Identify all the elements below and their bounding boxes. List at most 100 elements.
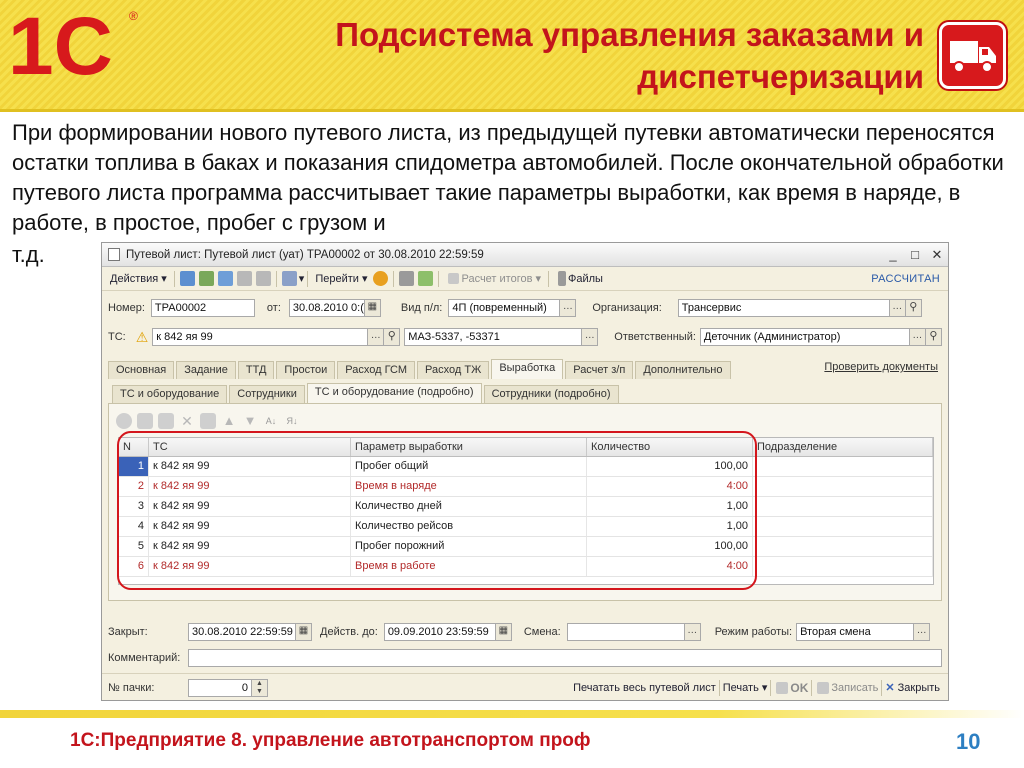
structure-icon[interactable] bbox=[236, 271, 252, 286]
fill-icon[interactable] bbox=[281, 271, 297, 286]
tab-1[interactable]: Основная bbox=[108, 361, 175, 379]
tab-3[interactable]: ТТД bbox=[237, 361, 275, 379]
subtab-4[interactable]: Сотрудники (подробно) bbox=[483, 385, 619, 403]
subtab-3[interactable]: ТС и оборудование (подробно) bbox=[306, 383, 482, 403]
comment-label: Комментарий: bbox=[108, 652, 181, 664]
ts-select-button[interactable]: … bbox=[368, 328, 385, 346]
org-select-button[interactable]: … bbox=[889, 299, 906, 317]
column-header[interactable]: Параметр выработки bbox=[351, 438, 587, 456]
shift-field[interactable] bbox=[566, 623, 685, 641]
column-header[interactable]: ТС bbox=[149, 438, 351, 456]
tab-6[interactable]: Расход ТЖ bbox=[417, 361, 490, 379]
model-select-button[interactable]: … bbox=[582, 328, 599, 346]
shift-select-button[interactable]: … bbox=[684, 623, 701, 641]
close-window-button[interactable]: ✕ bbox=[926, 247, 948, 263]
sort-asc-icon[interactable]: A↓ bbox=[263, 413, 279, 429]
table-cell bbox=[753, 457, 933, 476]
move-down-icon[interactable]: ▼ bbox=[242, 413, 258, 429]
files-button[interactable]: Файлы bbox=[552, 269, 607, 289]
comment-field[interactable] bbox=[188, 649, 942, 667]
table-body: 1к 842 яя 99 Пробег общий 100,00 2 к 842 яя … bbox=[119, 457, 933, 577]
column-header[interactable]: N bbox=[119, 438, 149, 456]
table-row[interactable]: 4к 842 яя 99 Количество рейсов 1,00 bbox=[119, 517, 933, 537]
column-header[interactable]: Подразделение bbox=[753, 438, 933, 456]
edit-row-icon[interactable] bbox=[158, 413, 174, 429]
table-header: N ТС Параметр выработки Количество Подраздел… bbox=[119, 438, 933, 457]
actions-menu[interactable]: Действия ▾ bbox=[106, 269, 171, 289]
responsible-select-button[interactable]: … bbox=[909, 328, 926, 346]
subtab-1[interactable]: ТС и оборудование bbox=[112, 385, 228, 403]
table-cell: 100,00 bbox=[587, 457, 753, 476]
save-row-icon[interactable] bbox=[200, 413, 216, 429]
help-icon[interactable] bbox=[373, 271, 389, 286]
copy-row-icon[interactable] bbox=[137, 413, 153, 429]
slide-title-line2: диспетчеризации bbox=[637, 58, 924, 95]
valid-until-label: Действ. до: bbox=[320, 626, 378, 638]
main-toolbar: Действия ▾ ▾ Перейти ▾ Расчет итогов ▾ Ф… bbox=[102, 267, 948, 291]
tab-5[interactable]: Расход ГСМ bbox=[337, 361, 416, 379]
close-button[interactable]: ✕ Закрыть bbox=[885, 681, 940, 695]
calc-totals-button[interactable]: Расчет итогов ▾ bbox=[442, 269, 545, 289]
copy-icon[interactable] bbox=[198, 271, 214, 286]
work-mode-select-button[interactable]: … bbox=[914, 623, 931, 641]
print-menu[interactable]: Печать ▾ bbox=[723, 681, 768, 694]
table-row[interactable]: 2к 842 яя 99 Время в наряде 4:00 bbox=[119, 477, 933, 497]
toolbar-separator bbox=[393, 270, 395, 287]
refresh-icon[interactable] bbox=[217, 271, 233, 286]
closed-calendar-icon[interactable]: ▦ bbox=[296, 623, 312, 641]
sub-tabs: ТС и оборудование Сотрудники ТС и оборудов… bbox=[112, 383, 621, 403]
table-row[interactable]: 3к 842 яя 99 Количество дней 1,00 bbox=[119, 497, 933, 517]
goto-menu[interactable]: Перейти ▾ bbox=[311, 269, 371, 289]
model-field[interactable]: МАЗ-5337, -53371 bbox=[404, 328, 583, 346]
maximize-button[interactable]: □ bbox=[904, 247, 926, 262]
save-button[interactable]: Записать bbox=[815, 681, 878, 694]
move-up-icon[interactable]: ▲ bbox=[221, 413, 237, 429]
subtab-2[interactable]: Сотрудники bbox=[229, 385, 305, 403]
files-label: Файлы bbox=[568, 272, 603, 285]
table-row[interactable]: 6к 842 яя 99 Время в работе 4:00 bbox=[119, 557, 933, 577]
movements-icon[interactable] bbox=[255, 271, 271, 286]
pack-stepper[interactable]: ▲ ▼ bbox=[252, 678, 268, 697]
add-row-icon[interactable] bbox=[116, 413, 132, 429]
valid-until-field[interactable]: 09.09.2010 23:59:59 bbox=[383, 623, 496, 641]
flag-icon[interactable] bbox=[418, 271, 434, 286]
tab-2[interactable]: Задание bbox=[176, 361, 236, 379]
work-mode-field[interactable]: Вторая смена bbox=[796, 623, 915, 641]
print-all-button[interactable]: Печатать весь путевой лист bbox=[573, 682, 716, 694]
pack-field[interactable]: 0 bbox=[188, 678, 252, 697]
number-field[interactable]: ТРА00002 bbox=[150, 299, 255, 317]
org-field[interactable]: Трансервис bbox=[677, 299, 890, 317]
table-cell: к 842 яя 99 bbox=[149, 477, 351, 496]
table-row[interactable]: 5к 842 яя 99 Пробег порожний 100,00 bbox=[119, 537, 933, 557]
responsible-search-icon[interactable]: ⚲ bbox=[925, 328, 942, 346]
calendar-icon[interactable]: ▦ bbox=[364, 299, 381, 317]
date-field[interactable]: 30.08.2010 0:( bbox=[288, 299, 365, 317]
table-cell: к 842 яя 99 bbox=[149, 557, 351, 576]
pack-label: № пачки: bbox=[108, 681, 155, 694]
delete-row-icon[interactable]: ✕ bbox=[179, 413, 195, 429]
column-header[interactable]: Количество bbox=[587, 438, 753, 456]
window-footer: № пачки: 0 ▲ ▼ Печатать весь путевой лист… bbox=[102, 673, 948, 701]
footer-separator bbox=[770, 679, 772, 696]
check-documents-link[interactable]: Проверить документы bbox=[824, 361, 938, 373]
post-icon[interactable] bbox=[179, 271, 195, 286]
table-row[interactable]: 1к 842 яя 99 Пробег общий 100,00 bbox=[119, 457, 933, 477]
responsible-field[interactable]: Деточник (Администратор) bbox=[699, 328, 910, 346]
tab-8[interactable]: Расчет з/п bbox=[565, 361, 634, 379]
table-cell: 3 bbox=[119, 497, 149, 516]
ts-search-icon[interactable]: ⚲ bbox=[384, 328, 401, 346]
ts-field[interactable]: к 842 яя 99 bbox=[152, 328, 369, 346]
closed-field[interactable]: 30.08.2010 22:59:59 bbox=[188, 623, 296, 641]
type-select-button[interactable]: … bbox=[560, 299, 577, 317]
tab-4[interactable]: Простои bbox=[276, 361, 336, 379]
sort-desc-icon[interactable]: Я↓ bbox=[284, 413, 300, 429]
valid-until-calendar-icon[interactable]: ▦ bbox=[495, 623, 512, 641]
org-search-icon[interactable]: ⚲ bbox=[905, 299, 922, 317]
minimize-button[interactable]: _ bbox=[882, 247, 904, 262]
ok-button[interactable]: OK bbox=[774, 681, 808, 695]
fuel-icon[interactable] bbox=[399, 271, 415, 286]
calc-icon bbox=[448, 273, 460, 284]
type-field[interactable]: 4П (повременный) bbox=[448, 299, 561, 317]
tab-9[interactable]: Дополнительно bbox=[635, 361, 731, 379]
tab-7[interactable]: Выработка bbox=[491, 359, 564, 379]
